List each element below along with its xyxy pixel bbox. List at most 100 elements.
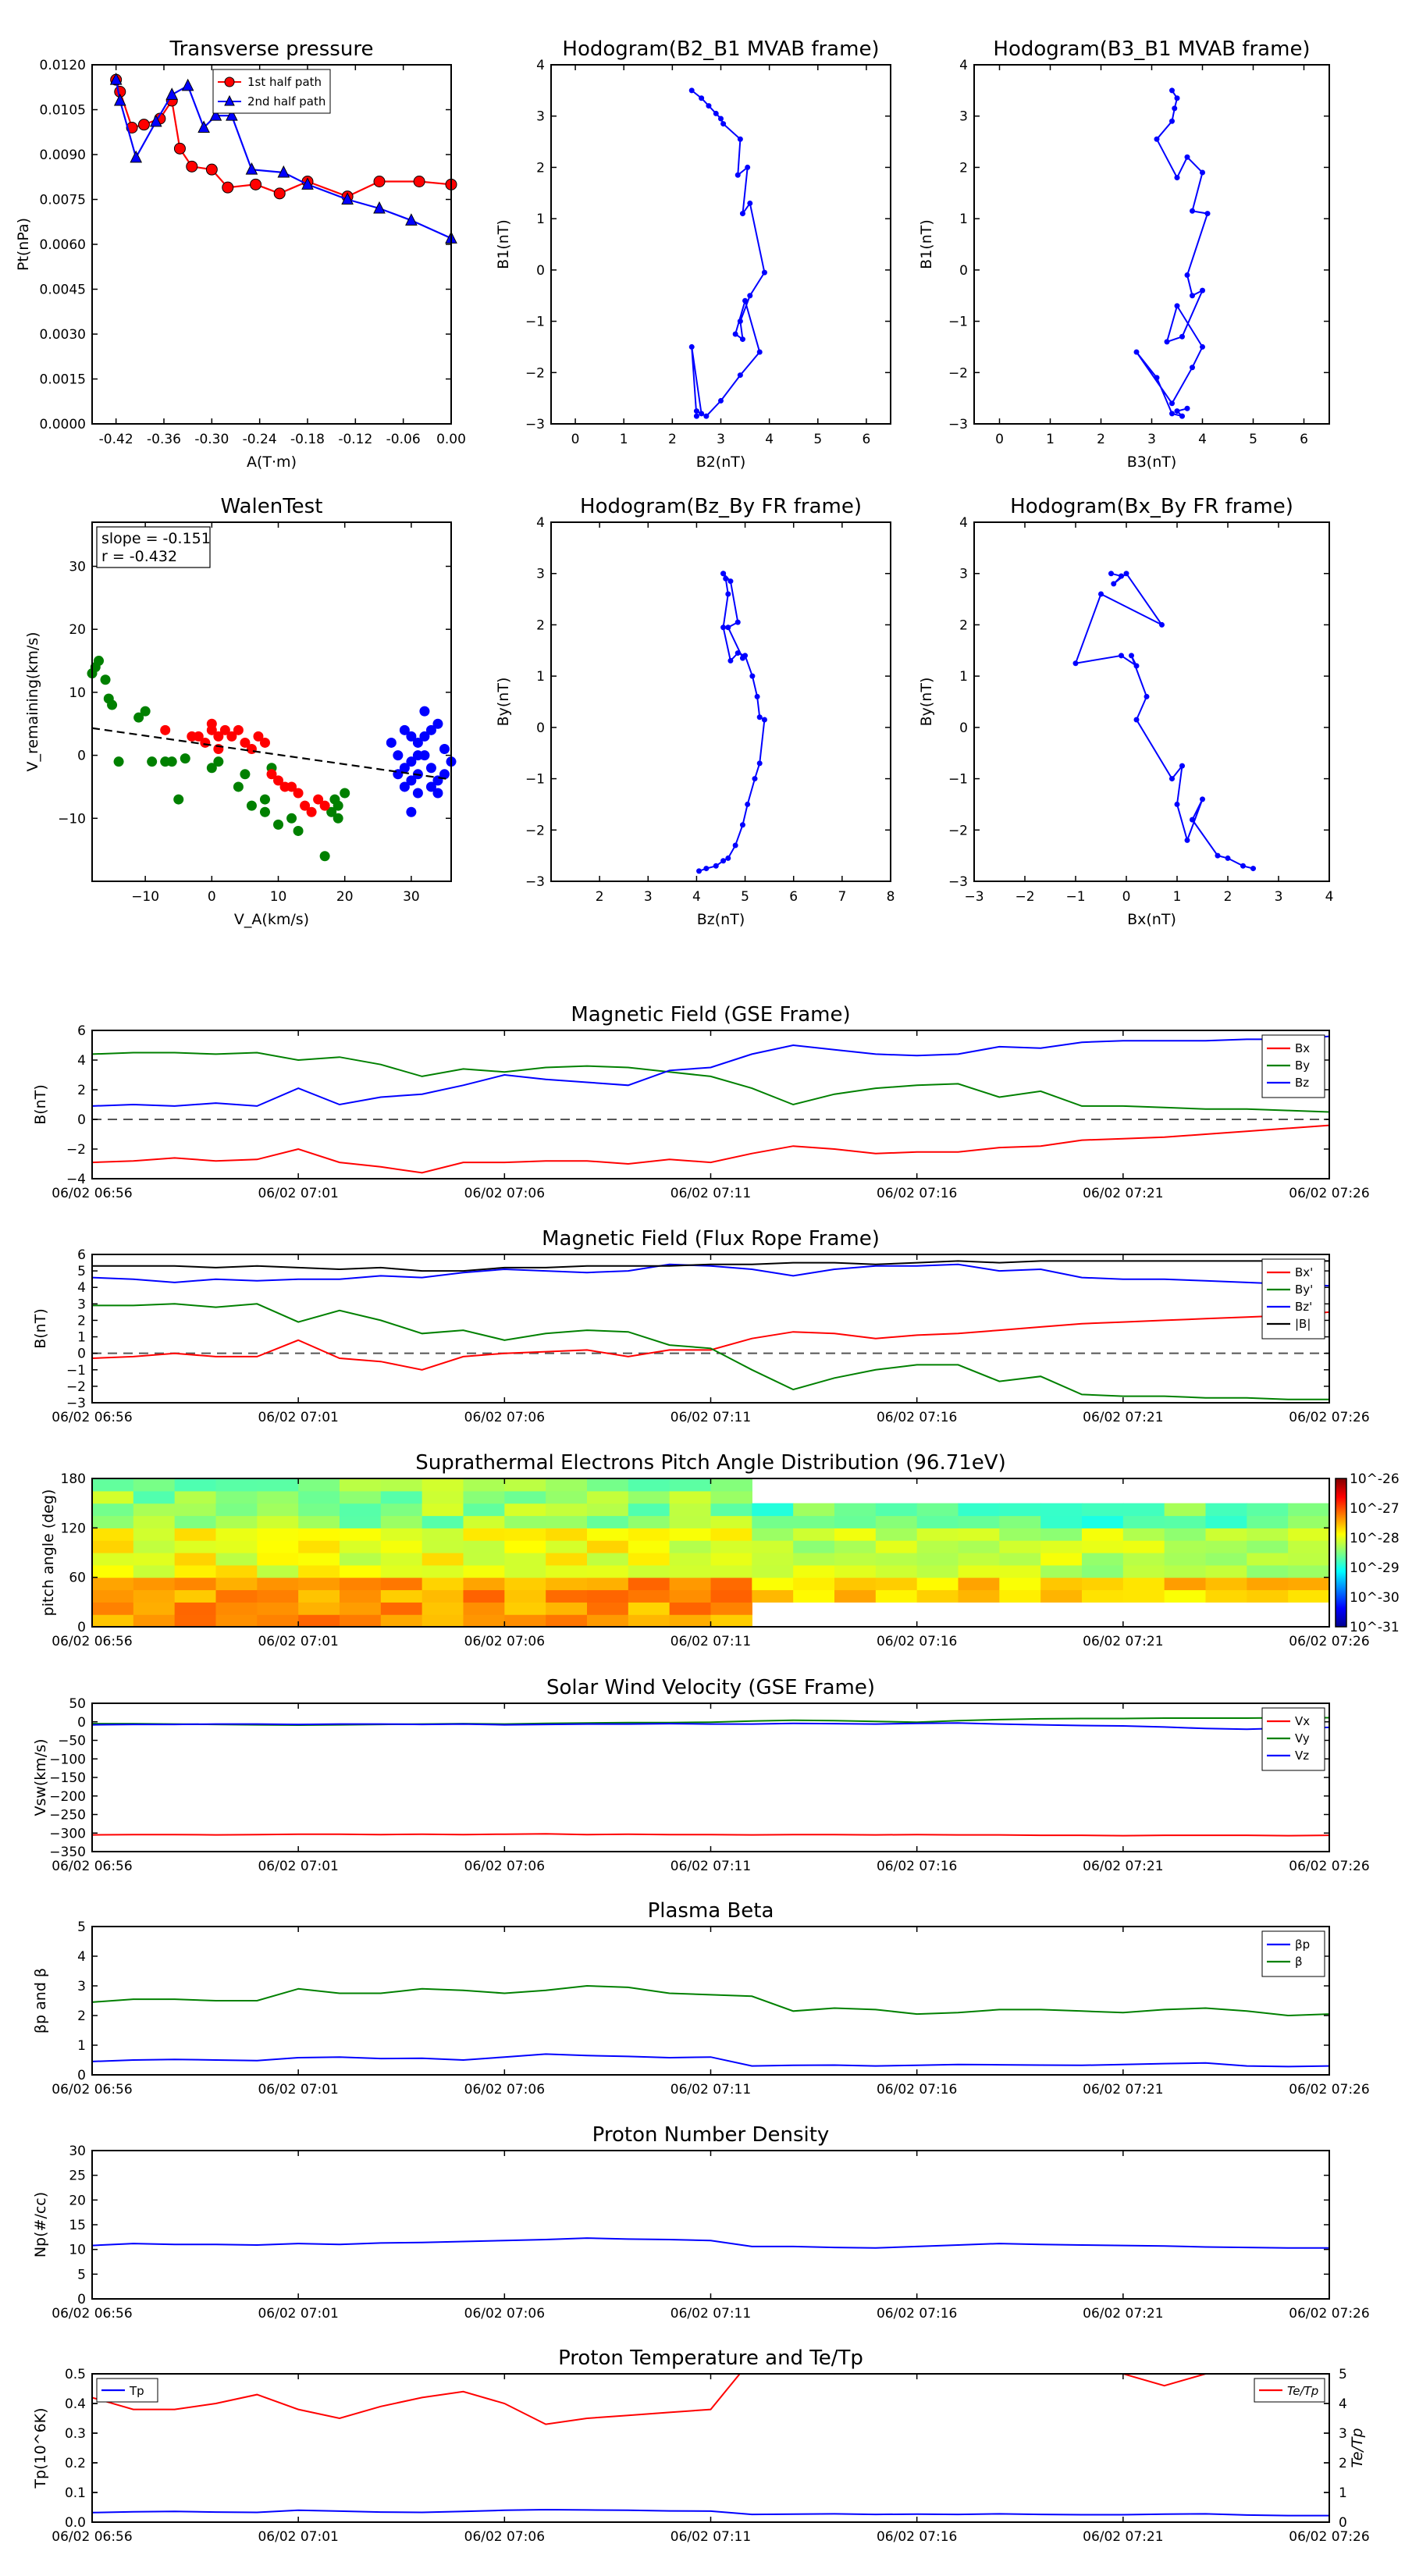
data-point [1204, 211, 1211, 217]
heatmap-cell [628, 1515, 670, 1528]
y-axis-label: By(nT) [918, 678, 935, 727]
heatmap-cell [628, 1589, 670, 1603]
data-point [720, 121, 727, 127]
heatmap-cell [710, 1490, 752, 1504]
x-tick-label: -0.42 [99, 432, 133, 447]
heatmap-cell [92, 1503, 134, 1517]
heatmap-cell [1082, 1540, 1124, 1553]
heatmap-cell [587, 1614, 629, 1628]
data-point [756, 714, 763, 720]
colorbar-tick-label: 10^-26 [1350, 1471, 1400, 1487]
series-line-Vx [91, 1833, 1330, 1837]
y-tick-label: −1 [948, 772, 968, 788]
heatmap-cell [257, 1503, 299, 1517]
data-point [1174, 303, 1180, 309]
heatmap-cell [174, 1528, 217, 1541]
x-tick-label: 7 [838, 889, 846, 905]
panel-tp2: Proton Temperature and Te/Tp06/02 06:56 0… [32, 2347, 1370, 2545]
legend-label: By [1295, 1059, 1310, 1073]
heatmap-cell [1205, 1528, 1247, 1541]
data-point [706, 103, 712, 109]
heatmap-cell [504, 1503, 546, 1517]
data-point [737, 372, 743, 379]
heatmap-cell [340, 1602, 382, 1615]
y-tick-label: 0.0060 [40, 237, 86, 253]
data-point [1190, 365, 1195, 371]
heatmap-cell [463, 1577, 505, 1591]
data-point [293, 788, 304, 799]
data-point [1154, 136, 1160, 142]
axes-frame [91, 521, 452, 882]
heatmap-cell [422, 1515, 464, 1528]
heatmap-cell [380, 1577, 423, 1591]
data-point [1129, 653, 1134, 659]
heatmap-cell [1288, 1589, 1330, 1603]
y-tick-label: 1 [77, 1330, 86, 1346]
figure: Transverse pressure-0.42 -0.36 -0.30 -0.24-… [15, 37, 1400, 2545]
x-tick-label: 4 [1198, 432, 1207, 447]
heatmap-cell [504, 1577, 546, 1591]
heatmap-cell [422, 1602, 464, 1615]
panel-title: Hodogram(B3_B1 MVAB frame) [993, 37, 1310, 61]
heatmap-cell [422, 1577, 464, 1591]
heatmap-cell [1164, 1503, 1207, 1517]
heatmap-cell [669, 1528, 712, 1541]
data-point [747, 200, 753, 206]
data-point [735, 172, 741, 178]
data-point [1144, 693, 1150, 699]
heatmap-cell [752, 1589, 794, 1603]
y-tick-label: 0.0 [65, 2515, 86, 2531]
x-tick-label: 06/02 07:21 [1083, 1410, 1163, 1425]
data-point [140, 706, 151, 717]
data-point [259, 794, 270, 805]
data-point [100, 674, 111, 685]
axes-frame [91, 1926, 1330, 2076]
heatmap-cell [92, 1614, 134, 1628]
heatmap-cell [298, 1577, 340, 1591]
heatmap-cell [257, 1528, 299, 1541]
heatmap-cell [752, 1540, 794, 1553]
data-point [713, 110, 719, 116]
heatmap-cell [380, 1528, 423, 1541]
heatmap-cell [958, 1503, 1000, 1517]
axes-frame [91, 2373, 1330, 2523]
y-tick-label: 2 [77, 1083, 86, 1098]
data-point [1169, 118, 1175, 124]
heatmap-cell [875, 1553, 918, 1566]
heatmap-cell [215, 1515, 258, 1528]
heatmap-cell [958, 1577, 1000, 1591]
series-line-βp [91, 2053, 1330, 2068]
heatmap-cell [546, 1540, 588, 1553]
y-tick-label: 0.4 [65, 2396, 86, 2412]
x-tick-label: 06/02 06:56 [52, 2306, 132, 2322]
x-tick-label: 20 [336, 889, 354, 905]
heatmap-cell [916, 1503, 959, 1517]
heatmap-cell [215, 1589, 258, 1603]
x-tick-label: 4 [692, 889, 701, 905]
y-tick-label: 5 [77, 1920, 86, 1935]
data-point [250, 178, 262, 190]
data-point [737, 318, 743, 325]
data-point [213, 756, 224, 767]
data-point [273, 187, 286, 200]
heatmap-cell [1040, 1589, 1083, 1603]
y-tick-label: 1 [959, 669, 968, 685]
heatmap-cell [669, 1553, 712, 1566]
x-tick-label: 3 [644, 889, 653, 905]
heatmap-cell [215, 1602, 258, 1615]
heatmap-cell [92, 1490, 134, 1504]
y-tick-label: 20 [69, 2193, 86, 2208]
heatmap-cell [215, 1503, 258, 1517]
heatmap-cell [1247, 1515, 1289, 1528]
heatmap-cell [1040, 1540, 1083, 1553]
panel-walen: WalenTest −10 0 10 20 30 −10 0 10 20 30 V_A(km/s) V_… [24, 495, 457, 928]
y-tick-label: 0 [959, 263, 968, 279]
y-tick-label: 2 [77, 1313, 86, 1329]
heatmap-cell [875, 1515, 918, 1528]
heatmap-cell [793, 1515, 835, 1528]
heatmap-cell [463, 1528, 505, 1541]
heatmap-cell [174, 1490, 217, 1504]
heatmap-cell [669, 1577, 712, 1591]
heatmap-cell [710, 1540, 752, 1553]
y-tick-label: 5 [77, 1264, 86, 1279]
